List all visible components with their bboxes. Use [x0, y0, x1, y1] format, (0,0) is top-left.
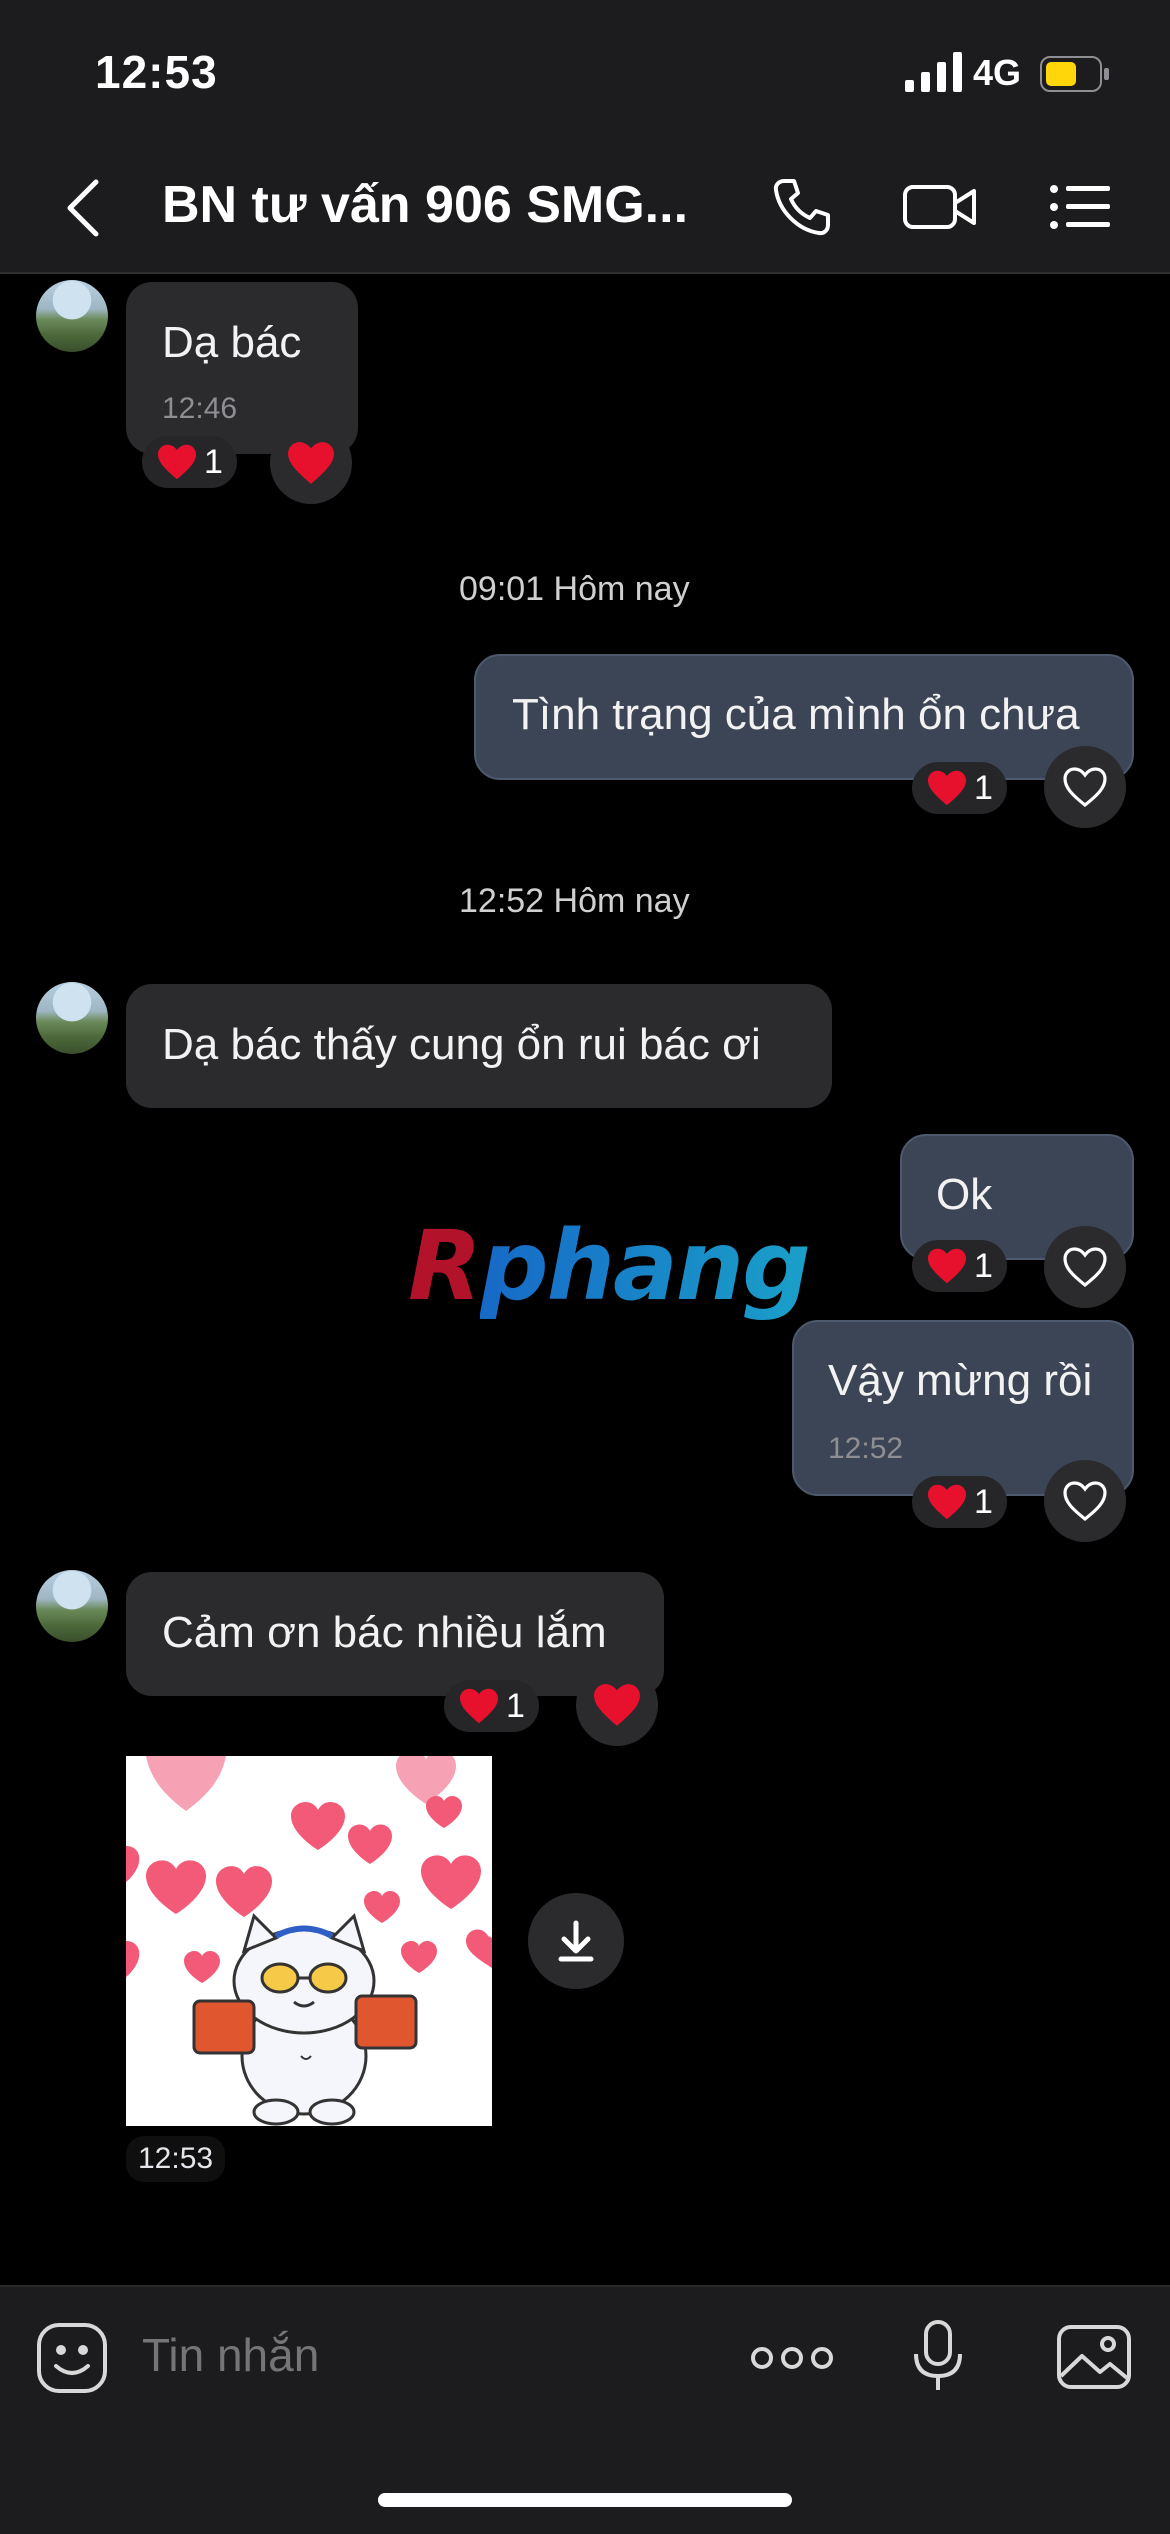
message-input[interactable] — [142, 2328, 702, 2382]
network-type: 4G — [973, 52, 1022, 93]
sticker-image[interactable] — [126, 1756, 492, 2126]
heart-outline-icon — [1063, 1481, 1107, 1522]
message-text: Tình trạng của mình ổn chưa — [512, 690, 1080, 739]
battery-icon — [1040, 56, 1109, 92]
avatar[interactable] — [36, 982, 108, 1054]
chat-title[interactable]: BN tư vấn 906 SMG... — [162, 175, 688, 235]
heart-filled-icon — [594, 1684, 640, 1726]
message-text: Dạ bác — [162, 318, 302, 367]
phone-call-icon[interactable] — [770, 175, 834, 239]
reaction-count: 1 — [974, 1482, 993, 1521]
date-divider: 12:52 Hôm nay — [459, 882, 690, 920]
heart-outline-icon — [1063, 1247, 1107, 1288]
reaction-count: 1 — [974, 1246, 993, 1285]
avatar[interactable] — [36, 1570, 108, 1642]
message-text: Ok — [936, 1170, 993, 1219]
menu-list-icon[interactable] — [1048, 175, 1112, 239]
emoji-sticker-icon[interactable] — [36, 2322, 108, 2394]
reaction-count-pill[interactable]: 1 — [444, 1680, 539, 1732]
heart-icon — [928, 770, 966, 806]
date-divider: 09:01 Hôm nay — [459, 570, 690, 608]
more-options-icon[interactable] — [750, 2340, 834, 2376]
sticker-time: 12:53 — [126, 2136, 226, 2182]
heart-filled-icon — [288, 442, 334, 484]
heart-icon — [928, 1248, 966, 1284]
avatar[interactable] — [36, 280, 108, 352]
react-button[interactable] — [1044, 1226, 1126, 1308]
message-time: 12:52 — [828, 1432, 904, 1465]
reaction-count: 1 — [204, 442, 223, 481]
image-gallery-icon[interactable] — [1056, 2324, 1132, 2390]
heart-outline-icon — [1063, 767, 1107, 808]
react-button[interactable] — [270, 422, 352, 504]
download-button[interactable] — [528, 1893, 624, 1989]
reaction-count-pill[interactable]: 1 — [142, 436, 237, 488]
download-icon — [558, 1920, 594, 1962]
video-call-icon[interactable] — [902, 175, 978, 239]
reaction-count: 1 — [506, 1686, 525, 1725]
home-indicator[interactable] — [378, 2493, 792, 2507]
message-text: Dạ bác thấy cung ổn rui bác ơi — [162, 1020, 761, 1069]
message-time: 12:46 — [162, 392, 238, 425]
reaction-count-pill[interactable]: 1 — [912, 1476, 1007, 1528]
sticker-hearts-cat-icon — [126, 1756, 492, 2126]
message-text: Cảm ơn bác nhiều lắm — [162, 1608, 607, 1657]
back-icon[interactable] — [64, 178, 104, 238]
reaction-count-pill[interactable]: 1 — [912, 762, 1007, 814]
react-button[interactable] — [1044, 746, 1126, 828]
heart-icon — [928, 1484, 966, 1520]
heart-icon — [158, 444, 196, 480]
react-button[interactable] — [1044, 1460, 1126, 1542]
status-time: 12:53 — [95, 46, 218, 98]
microphone-icon[interactable] — [910, 2318, 966, 2394]
signal-icon — [905, 52, 962, 92]
heart-icon — [460, 1688, 498, 1724]
react-button[interactable] — [576, 1664, 658, 1746]
message-text: Vậy mừng rồi — [828, 1356, 1093, 1405]
reaction-count: 1 — [974, 768, 993, 807]
reaction-count-pill[interactable]: 1 — [912, 1240, 1007, 1292]
watermark-logo: Rphang — [408, 1210, 811, 1322]
